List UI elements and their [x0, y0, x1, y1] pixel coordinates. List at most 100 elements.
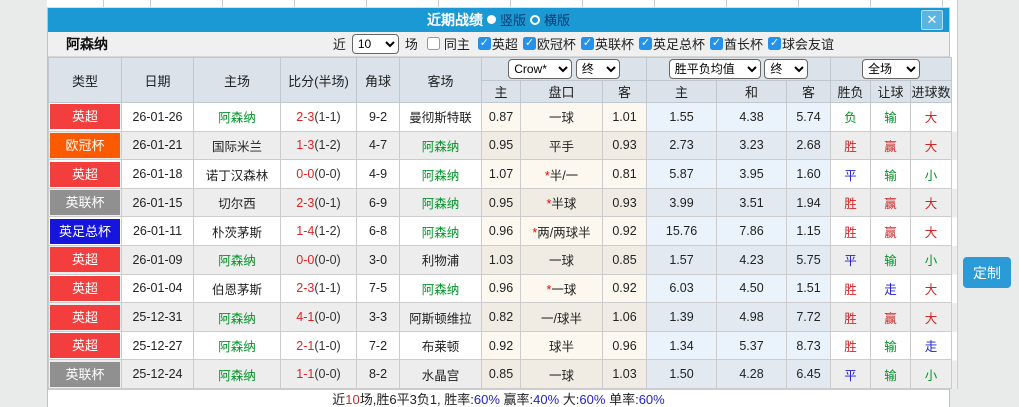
score-cell: 1-1(0-0) [280, 359, 357, 389]
col-header-date: 日期 [121, 57, 194, 104]
away-team-cell[interactable]: 阿斯顿维拉 [399, 302, 482, 332]
home-team-cell[interactable]: 阿森纳 [193, 245, 281, 275]
league-checkbox[interactable]: ✓ [580, 37, 594, 51]
corners-cell: 6-9 [356, 187, 400, 218]
away-team-cell[interactable]: 水晶宫 [399, 359, 482, 389]
handicap-cell: *半/一 [520, 159, 603, 189]
col-header-result: 胜负 [830, 80, 872, 104]
score-cell: 2-3(0-1) [280, 187, 357, 218]
home-team-cell[interactable]: 国际米兰 [193, 130, 281, 161]
avg-away-cell: 2.68 [786, 130, 832, 161]
table-row: 英联杯 26-01-15 切尔西 2-3(0-1) 6-9 阿森纳 0.95 *… [48, 187, 953, 218]
dialog-titlebar: 近期战绩 竖版 横版 ✕ [48, 8, 949, 32]
corners-cell: 6-8 [356, 216, 400, 247]
customize-button[interactable]: 定制 [963, 257, 1011, 288]
final-score: 2-3 [296, 195, 315, 210]
result-cell: 负 [830, 102, 872, 132]
handicap-text: 一/球半 [541, 311, 582, 326]
league-badge: 英超 [50, 104, 120, 130]
odds-away-cell: 0.93 [601, 187, 648, 218]
result-cell: 胜 [830, 216, 872, 247]
away-team-cell[interactable]: 阿森纳 [399, 187, 482, 218]
home-team-cell[interactable]: 阿森纳 [193, 302, 281, 332]
goals-cell: 小 [910, 245, 953, 275]
league-checkbox[interactable]: ✓ [767, 37, 781, 51]
home-team-cell[interactable]: 朴茨茅斯 [193, 216, 281, 247]
home-team-cell[interactable]: 切尔西 [193, 187, 281, 218]
avg-odds-select[interactable]: 胜平负均值 [668, 59, 761, 80]
handicap-text: 一球 [551, 282, 577, 297]
home-team-cell[interactable]: 诺丁汉森林 [193, 159, 281, 189]
away-team-cell[interactable]: 阿森纳 [399, 273, 482, 304]
let-result-cell: 输 [870, 359, 912, 389]
half-score: (1-0) [314, 338, 341, 353]
odds-away-cell: 1.06 [601, 302, 648, 332]
avg-away-cell: 7.72 [786, 302, 832, 332]
same-home-checkbox[interactable] [426, 37, 440, 51]
vertical-view-label[interactable]: 竖版 [500, 10, 526, 29]
home-team-cell[interactable]: 伯恩茅斯 [193, 273, 281, 304]
avg-draw-cell: 4.98 [716, 302, 788, 332]
league-label: 英足总杯 [652, 37, 705, 53]
avg-draw-cell: 3.51 [716, 187, 788, 218]
avg-draw-cell: 4.38 [716, 102, 788, 132]
half-score: (1-1) [314, 281, 341, 296]
league-badge: 英超 [50, 247, 120, 273]
half-score: (1-2) [314, 138, 341, 153]
odds-home-cell: 1.07 [481, 159, 521, 189]
league-badge: 英足总杯 [50, 218, 120, 244]
avg-draw-cell: 7.86 [716, 216, 788, 247]
league-checkbox[interactable]: ✓ [522, 37, 536, 51]
home-team-cell[interactable]: 阿森纳 [193, 330, 281, 361]
score-cell: 2-3(1-1) [280, 102, 357, 132]
odds-away-cell: 0.92 [601, 273, 648, 304]
away-team-cell[interactable]: 利物浦 [399, 245, 482, 275]
goals-cell: 大 [910, 273, 953, 304]
handicap-cell: 一球 [520, 102, 603, 132]
odds-home-cell: 0.92 [481, 330, 521, 361]
league-badge: 英联杯 [50, 190, 120, 216]
vertical-view-radio[interactable] [486, 15, 496, 25]
odds-away-cell: 0.93 [601, 130, 648, 161]
recent-count-select[interactable]: 10 [351, 33, 399, 54]
col-header-type: 类型 [48, 57, 122, 104]
avg-home-cell: 1.34 [646, 330, 718, 361]
avg-home-cell: 1.50 [646, 359, 718, 389]
final-score: 2-3 [296, 281, 315, 296]
home-team-cell[interactable]: 阿森纳 [193, 359, 281, 389]
let-result-cell: 赢 [870, 130, 912, 161]
away-team-cell[interactable]: 曼彻斯特联 [399, 102, 482, 132]
avg-draw-cell: 4.50 [716, 273, 788, 304]
score-cell: 1-4(1-2) [280, 216, 357, 247]
horizontal-view-radio[interactable] [530, 14, 540, 25]
odds-company-select[interactable]: Crow* [508, 59, 573, 80]
date-cell: 26-01-04 [121, 273, 194, 304]
goals-cell: 大 [910, 216, 953, 247]
home-team-cell[interactable]: 阿森纳 [193, 102, 281, 132]
date-cell: 25-12-27 [121, 330, 194, 361]
league-checkbox[interactable]: ✓ [709, 37, 723, 51]
league-filter: ✓ 英足总杯 [638, 34, 705, 53]
league-checkbox[interactable]: ✓ [638, 37, 652, 51]
score-cell: 0-0(0-0) [280, 245, 357, 275]
scope-select[interactable]: 全场 [862, 59, 921, 80]
avg-away-cell: 8.73 [786, 330, 832, 361]
table-row: 英超 25-12-31 阿森纳 4-1(0-0) 3-3 阿斯顿维拉 0.82 … [48, 302, 953, 332]
result-cell: 胜 [830, 330, 872, 361]
goals-cell: 小 [910, 359, 953, 389]
away-team-cell[interactable]: 阿森纳 [399, 130, 482, 161]
col-header-odds-away: 客 [601, 80, 648, 104]
avg-home-cell: 15.76 [646, 216, 718, 247]
odds-state-select[interactable]: 终 [575, 59, 620, 80]
league-checkbox[interactable]: ✓ [477, 37, 491, 51]
horizontal-view-label[interactable]: 横版 [544, 10, 570, 29]
avg-draw-cell: 5.37 [716, 330, 788, 361]
results-body: 英超 26-01-26 阿森纳 2-3(1-1) 9-2 曼彻斯特联 0.87 … [48, 102, 953, 389]
avg-state-select[interactable]: 终 [764, 59, 809, 80]
close-icon[interactable]: ✕ [921, 10, 943, 30]
away-team-cell[interactable]: 布莱顿 [399, 330, 482, 361]
away-team-cell[interactable]: 阿森纳 [399, 159, 482, 189]
odds-home-cell: 0.85 [481, 359, 521, 389]
away-team-cell[interactable]: 阿森纳 [399, 216, 482, 247]
table-row: 英超 26-01-04 伯恩茅斯 2-3(1-1) 7-5 阿森纳 0.96 *… [48, 273, 953, 304]
